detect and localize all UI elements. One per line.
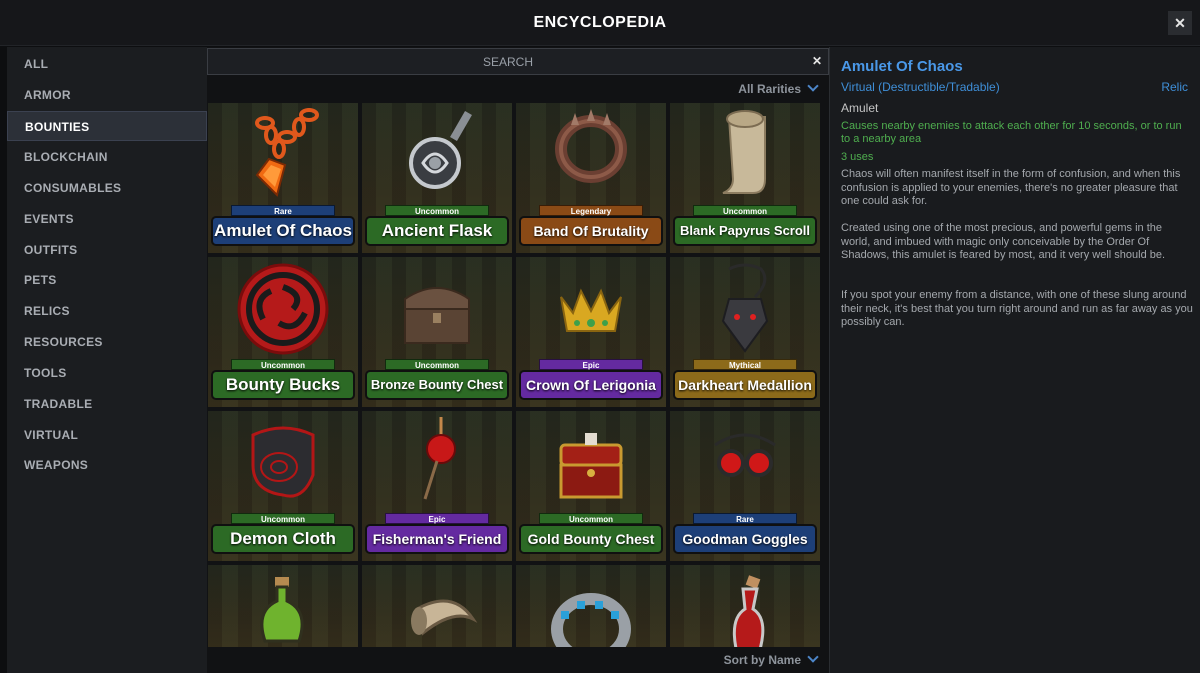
item-name: Ancient Flask (365, 216, 509, 246)
window-title: ENCYCLOPEDIA (533, 14, 667, 31)
sidebar-item-tools[interactable]: TOOLS (7, 358, 207, 388)
item-card-band-of-brutality[interactable]: Legendary Band Of Brutality (516, 103, 666, 253)
sidebar-item-weapons[interactable]: WEAPONS (7, 450, 207, 480)
bobber-icon (423, 417, 456, 500)
item-name: Bounty Bucks (211, 370, 355, 400)
gold-chest-icon (559, 433, 623, 499)
sidebar-item-bounties[interactable]: BOUNTIES (7, 111, 207, 141)
item-card-horn[interactable] (362, 565, 512, 647)
horn-icon (411, 599, 478, 636)
category-sidebar: ALL ARMOR BOUNTIES BLOCKCHAIN CONSUMABLE… (7, 47, 207, 673)
bounty-bucks-icon (237, 263, 329, 355)
search-bar: ✕ (207, 48, 829, 75)
item-card-darkheart-medallion[interactable]: Mythical Darkheart Medallion (670, 257, 820, 407)
sidebar-item-relics[interactable]: RELICS (7, 296, 207, 326)
rarity-badge: Uncommon (231, 513, 335, 524)
rarity-badge: Uncommon (693, 205, 797, 216)
item-card-amulet-of-chaos[interactable]: Rare Amulet Of Chaos (208, 103, 358, 253)
item-card-bounty-bucks[interactable]: Uncommon Bounty Bucks (208, 257, 358, 407)
scroll-icon (722, 110, 766, 194)
detail-item-subtype: Virtual (Destructible/Tradable) (841, 80, 1000, 94)
spiked-band-icon (555, 109, 627, 183)
item-name: Gold Bounty Chest (519, 524, 663, 554)
rarity-badge: Legendary (539, 205, 643, 216)
rarity-badge: Epic (385, 513, 489, 524)
title-bar: ENCYCLOPEDIA ✕ (0, 0, 1200, 46)
item-name: Darkheart Medallion (673, 370, 817, 400)
rarity-badge: Uncommon (385, 359, 489, 370)
sidebar-item-tradable[interactable]: TRADABLE (7, 389, 207, 419)
item-name: Fisherman's Friend (365, 524, 509, 554)
detail-description-paragraph: Created using one of the most precious, … (841, 222, 1166, 261)
item-name: Goodman Goggles (673, 524, 817, 554)
detail-item-name: Amulet Of Chaos (841, 58, 963, 75)
item-card-ancient-flask[interactable]: Uncommon Ancient Flask (362, 103, 512, 253)
rarity-badge: Epic (539, 359, 643, 370)
sidebar-item-virtual[interactable]: VIRTUAL (7, 420, 207, 450)
item-card-goodman-goggles[interactable]: Rare Goodman Goggles (670, 411, 820, 561)
amulet-icon (255, 108, 319, 197)
rarity-filter-dropdown[interactable]: All Rarities (738, 80, 819, 96)
item-card-fishermans-friend[interactable]: Epic Fisherman's Friend (362, 411, 512, 561)
search-input[interactable] (208, 49, 808, 74)
sidebar-item-events[interactable]: EVENTS (7, 204, 207, 234)
potion-icon (260, 577, 304, 643)
item-name: Amulet Of Chaos (211, 216, 355, 246)
item-detail-panel: Amulet Of Chaos Virtual (Destructible/Tr… (829, 47, 1200, 673)
item-name: Band Of Brutality (519, 216, 663, 246)
item-card-crown-of-lerigonia[interactable]: Epic Crown Of Lerigonia (516, 257, 666, 407)
medallion-icon (721, 263, 769, 353)
detail-item-category: Relic (1161, 80, 1188, 94)
sidebar-item-resources[interactable]: RESOURCES (7, 327, 207, 357)
item-card-gold-bounty-chest[interactable]: Uncommon Gold Bounty Chest (516, 411, 666, 561)
detail-item-uses: 3 uses (841, 151, 874, 163)
chest-icon (404, 287, 470, 344)
rarity-badge: Uncommon (539, 513, 643, 524)
rarity-badge: Rare (231, 205, 335, 216)
item-name: Crown Of Lerigonia (519, 370, 663, 400)
item-card-bronze-bounty-chest[interactable]: Uncommon Bronze Bounty Chest (362, 257, 512, 407)
flask-icon (409, 111, 472, 189)
sort-label: Sort by Name (723, 653, 801, 667)
item-card-vial[interactable] (670, 565, 820, 647)
item-name: Bronze Bounty Chest (365, 370, 509, 400)
rarity-badge: Rare (693, 513, 797, 524)
sidebar-item-blockchain[interactable]: BLOCKCHAIN (7, 142, 207, 172)
item-grid-panel: ✕ All Rarities Rare Amulet Of Chaos Unco… (207, 47, 829, 673)
item-name: Demon Cloth (211, 524, 355, 554)
sidebar-item-all[interactable]: ALL (7, 49, 207, 79)
item-card-potion[interactable] (208, 565, 358, 647)
detail-description-paragraph: Chaos will often manifest itself in the … (841, 168, 1181, 207)
vial-icon (732, 575, 765, 647)
item-card-bracelet[interactable] (516, 565, 666, 647)
detail-item-type: Amulet (841, 101, 879, 115)
chevron-down-icon (807, 651, 819, 663)
item-card-blank-papyrus-scroll[interactable]: Uncommon Blank Papyrus Scroll (670, 103, 820, 253)
item-name: Blank Papyrus Scroll (673, 216, 817, 246)
detail-description-paragraph: If you spot your enemy from a distance, … (841, 289, 1193, 328)
sort-dropdown[interactable]: Sort by Name (723, 651, 819, 667)
sidebar-item-armor[interactable]: ARMOR (7, 80, 207, 110)
rarity-badge: Uncommon (231, 359, 335, 370)
sidebar-item-pets[interactable]: PETS (7, 265, 207, 295)
close-button[interactable]: ✕ (1168, 11, 1192, 35)
goggles-icon (714, 433, 776, 477)
rarity-badge: Uncommon (385, 205, 489, 216)
sidebar-item-outfits[interactable]: OUTFITS (7, 235, 207, 265)
crown-icon (560, 288, 622, 332)
item-card-demon-cloth[interactable]: Uncommon Demon Cloth (208, 411, 358, 561)
rarity-filter-label: All Rarities (738, 82, 801, 96)
cloth-icon (251, 426, 315, 498)
search-clear-icon[interactable]: ✕ (812, 54, 822, 68)
chevron-down-icon (807, 80, 819, 92)
rarity-badge: Mythical (693, 359, 797, 370)
sidebar-item-consumables[interactable]: CONSUMABLES (7, 173, 207, 203)
bracelet-icon (551, 593, 631, 647)
detail-item-effect: Causes nearby enemies to attack each oth… (841, 120, 1182, 145)
